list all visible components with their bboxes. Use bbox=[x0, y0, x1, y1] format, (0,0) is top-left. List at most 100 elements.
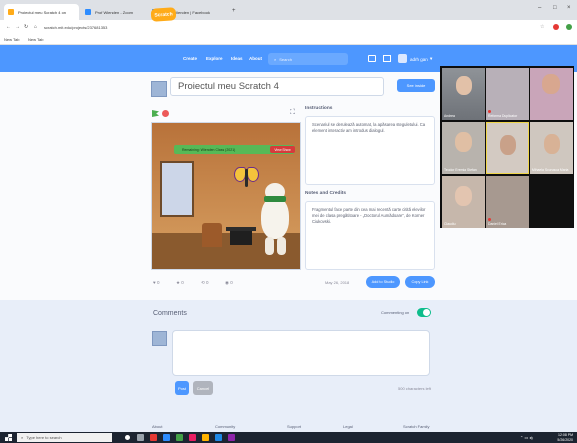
participant-name: Daniel Erica bbox=[488, 222, 507, 226]
participant-face bbox=[455, 132, 472, 152]
video-tile[interactable]: Teodor Eremia Stefan bbox=[442, 122, 485, 174]
comments-heading: Comments bbox=[153, 310, 187, 317]
project-title-field[interactable]: Proiectul meu Scratch 4 bbox=[170, 77, 384, 96]
video-tile[interactable] bbox=[530, 68, 573, 120]
project-title-text: Proiectul meu Scratch 4 bbox=[178, 81, 279, 92]
stage-table-body bbox=[230, 231, 252, 245]
browser-tab-scratch[interactable]: Proiectul meu Scratch 4 on bbox=[4, 4, 79, 20]
post-button[interactable]: Post bbox=[175, 381, 189, 395]
home-icon[interactable]: ⌂ bbox=[34, 24, 37, 30]
url-field[interactable]: scratch.mit.edu/projects/237681353 bbox=[44, 25, 107, 30]
stop-icon[interactable] bbox=[162, 110, 169, 117]
app-icon[interactable] bbox=[189, 434, 196, 441]
clock[interactable]: 12:08 PM 5/26/2020 bbox=[545, 433, 573, 442]
avatar[interactable] bbox=[398, 54, 407, 63]
app-icon[interactable] bbox=[228, 434, 235, 441]
video-tile-active-speaker[interactable] bbox=[486, 122, 529, 174]
search-input[interactable]: ⌕ Search bbox=[268, 53, 348, 65]
stage-view-button[interactable]: View Show bbox=[270, 146, 295, 153]
profile-icon[interactable] bbox=[566, 24, 572, 30]
love-count[interactable]: ♥ 0 bbox=[153, 280, 159, 285]
favorite-count[interactable]: ★ 0 bbox=[176, 280, 184, 286]
video-tile[interactable]: Reforma Duplicator bbox=[486, 68, 529, 120]
footer-scratch-family[interactable]: Scratch Family bbox=[403, 424, 429, 429]
chrome-icon[interactable] bbox=[176, 434, 183, 441]
browser-tab-zoom[interactable]: Prof Wienden - Zoom bbox=[81, 4, 146, 20]
instructions-heading: Instructions bbox=[305, 106, 333, 111]
muted-mic-icon bbox=[488, 218, 491, 221]
taskbar-search-input[interactable]: ⌕ Type here to search bbox=[17, 433, 112, 442]
my-stuff-icon[interactable] bbox=[383, 55, 391, 62]
copy-link-label: Copy Link bbox=[411, 280, 429, 284]
participant-face bbox=[455, 186, 472, 206]
system-tray-icon[interactable]: ⌃ ▭ ◂) bbox=[520, 435, 533, 440]
nav-create[interactable]: Create bbox=[183, 56, 197, 61]
app-icon[interactable] bbox=[215, 434, 222, 441]
avatar bbox=[152, 331, 167, 346]
copy-link-button[interactable]: Copy Link bbox=[405, 276, 435, 288]
participant-name: Claudiu bbox=[444, 222, 456, 226]
participant-face bbox=[500, 135, 516, 155]
instructions-body: Scenariul se derulează automat, la apăsa… bbox=[312, 122, 426, 133]
footer-community[interactable]: Community bbox=[215, 424, 235, 429]
app-icon[interactable] bbox=[150, 434, 157, 441]
see-inside-button[interactable]: See inside bbox=[397, 79, 435, 92]
extension-icon[interactable] bbox=[553, 24, 559, 30]
participant-name: Andrea bbox=[444, 114, 455, 118]
file-explorer-icon[interactable] bbox=[137, 434, 144, 441]
participant-name: Teodor Eremia Stefan bbox=[444, 168, 477, 172]
zoom-icon[interactable] bbox=[163, 434, 170, 441]
video-tile[interactable]: Claudiu bbox=[442, 176, 485, 228]
remix-count: ⟲ 0 bbox=[201, 280, 209, 285]
video-tile[interactable]: Mihaela Scurusca Maria bbox=[530, 122, 573, 174]
bookmark-new-tab[interactable]: New Tab bbox=[28, 37, 44, 42]
star-icon[interactable]: ☆ bbox=[540, 24, 544, 30]
minimize-icon[interactable]: – bbox=[538, 5, 541, 11]
maximize-icon[interactable]: □ bbox=[553, 5, 557, 11]
search-placeholder: Search bbox=[279, 56, 292, 62]
fullscreen-icon[interactable]: ⛶ bbox=[290, 109, 295, 117]
nav-ideas[interactable]: Ideas bbox=[231, 56, 243, 61]
nav-about[interactable]: About bbox=[249, 56, 262, 61]
messages-icon[interactable] bbox=[368, 55, 376, 62]
notes-body: Fragmentul face parte din cea mai recent… bbox=[312, 207, 426, 224]
add-to-studio-button[interactable]: Add to Studio bbox=[366, 276, 400, 288]
video-tile[interactable]: Daniel Erica bbox=[486, 176, 529, 228]
project-stage[interactable]: Remaining: Wienden Class (2021) View Sho… bbox=[151, 122, 301, 270]
app-icon[interactable] bbox=[202, 434, 209, 441]
new-tab-button[interactable]: + bbox=[232, 8, 236, 14]
participant-name: Mihaela Scurusca Maria bbox=[532, 168, 569, 172]
footer-support[interactable]: Support bbox=[287, 424, 301, 429]
page-footer: About Community Support Legal Scratch Fa… bbox=[0, 420, 577, 432]
cancel-button[interactable]: Cancel bbox=[193, 381, 213, 395]
see-inside-label: See inside bbox=[406, 83, 426, 88]
nav-explore[interactable]: Explore bbox=[206, 56, 223, 61]
video-tile[interactable]: Andrea bbox=[442, 68, 485, 120]
forward-icon[interactable]: → bbox=[15, 24, 20, 30]
chars-left: 500 characters left bbox=[398, 386, 431, 391]
windows-start-icon[interactable] bbox=[5, 434, 12, 441]
butterfly-wing-right bbox=[247, 167, 259, 182]
search-icon: ⌕ bbox=[274, 56, 277, 62]
close-icon[interactable]: × bbox=[567, 5, 571, 11]
username[interactable]: adrh gan bbox=[410, 57, 428, 62]
scratch-logo[interactable]: Scratch bbox=[150, 7, 177, 22]
back-icon[interactable]: ← bbox=[6, 24, 11, 30]
task-view-icon[interactable] bbox=[125, 435, 130, 440]
favorite-value: 0 bbox=[181, 280, 184, 285]
bear-sprite bbox=[257, 183, 295, 263]
muted-mic-icon bbox=[488, 110, 491, 113]
bookmark-new-tab[interactable]: New Tab bbox=[4, 37, 20, 42]
clock-date: 5/26/2020 bbox=[557, 437, 573, 442]
bear-scarf bbox=[264, 196, 286, 202]
commenting-toggle[interactable] bbox=[417, 308, 431, 317]
stage-banner-text: Remaining: Wienden Class (2021) bbox=[182, 147, 236, 152]
chevron-down-icon[interactable]: ▾ bbox=[430, 56, 432, 62]
tab-label: Prof Wienden - Zoom bbox=[95, 9, 134, 15]
stage-view-label: View Show bbox=[274, 147, 291, 152]
participant-face bbox=[456, 76, 472, 95]
reload-icon[interactable]: ↻ bbox=[24, 24, 28, 30]
comment-input[interactable] bbox=[172, 330, 430, 376]
footer-legal[interactable]: Legal bbox=[343, 424, 353, 429]
footer-about[interactable]: About bbox=[152, 424, 162, 429]
